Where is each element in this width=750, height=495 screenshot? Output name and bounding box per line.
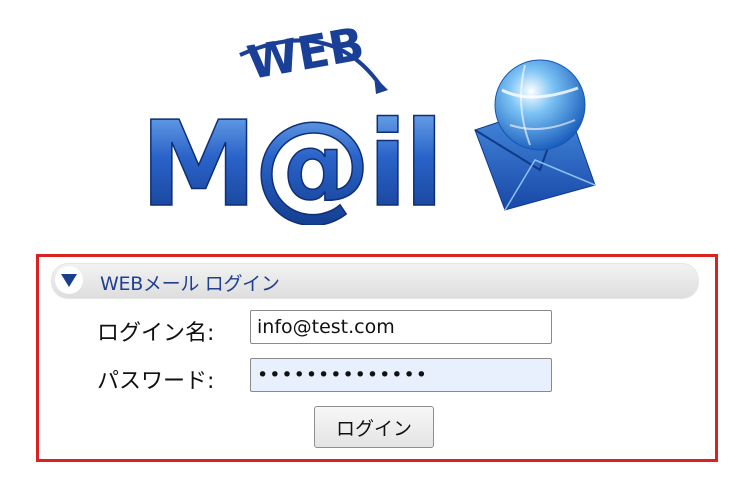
webmail-login-page: WEB M@il WEBメール ログイン ログイン名: パスワード: ログ <box>0 0 750 495</box>
username-label: ログイン名: <box>97 321 215 346</box>
password-field[interactable] <box>250 358 552 392</box>
webmail-logo: WEB M@il <box>139 16 596 225</box>
username-field[interactable] <box>250 310 552 344</box>
login-panel: WEBメール ログイン ログイン名: パスワード: ログイン <box>36 254 718 462</box>
globe-envelope-icon <box>474 59 596 211</box>
triangle-down-icon[interactable] <box>55 266 83 294</box>
login-button[interactable]: ログイン <box>314 406 434 448</box>
login-section-header[interactable]: WEBメール ログイン <box>51 263 699 299</box>
password-label: パスワード: <box>97 369 215 394</box>
login-section-title: WEBメール ログイン <box>100 273 280 295</box>
logo-main-text: M@il <box>140 95 440 225</box>
